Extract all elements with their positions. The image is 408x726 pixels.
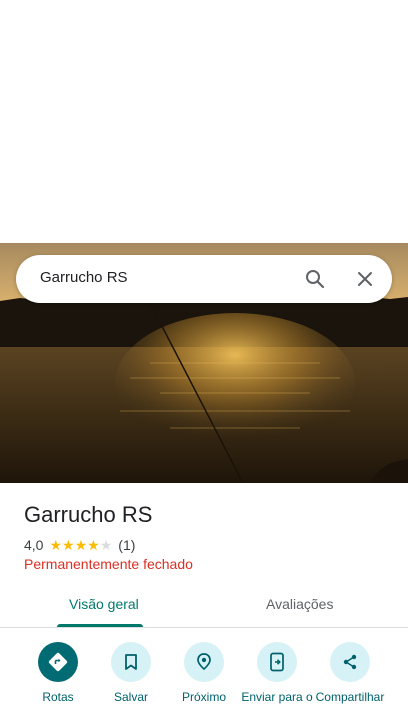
send-to-phone-label: Enviar para o <box>241 690 313 704</box>
search-bar[interactable]: Garrucho RS <box>16 255 392 303</box>
rating-stars: ★ ★ ★ ★ ★ <box>49 538 112 552</box>
tab-bar: Visão geral Avaliações <box>0 584 408 628</box>
review-count[interactable]: (1) <box>118 537 135 553</box>
send-to-phone-icon <box>257 642 297 682</box>
tab-reviews[interactable]: Avaliações <box>266 596 333 612</box>
star-icon: ★ <box>87 537 100 553</box>
rating-value: 4,0 <box>24 537 44 553</box>
place-title: Garrucho RS <box>24 502 153 527</box>
nearby-label: Próximo <box>181 690 226 704</box>
close-icon[interactable] <box>353 267 377 291</box>
active-tab-indicator <box>57 624 143 627</box>
bookmark-icon <box>111 642 151 682</box>
share-label: Compartilhar <box>315 690 385 704</box>
share-button[interactable]: Compartilhar <box>310 642 390 704</box>
send-to-phone-button[interactable]: Enviar para o <box>237 642 317 704</box>
nearby-icon <box>184 642 224 682</box>
save-label: Salvar <box>113 690 148 704</box>
star-icon: ★ <box>62 537 75 553</box>
directions-icon <box>38 642 78 682</box>
screen: Garrucho RS Garrucho RS 4,0 ★ ★ ★ ★ ★ (1… <box>0 0 408 726</box>
star-icon: ★ <box>74 537 88 553</box>
share-icon <box>330 642 370 682</box>
status-text: Permanentemente fechado <box>24 556 193 572</box>
star-icon: ★ <box>99 537 113 553</box>
rating-row[interactable]: 4,0 ★ ★ ★ ★ ★ (1) <box>24 536 135 554</box>
search-icon[interactable] <box>303 267 327 291</box>
nearby-button[interactable]: Próximo <box>164 642 244 704</box>
save-button[interactable]: Salvar <box>91 642 171 704</box>
directions-button[interactable]: Rotas <box>18 642 98 704</box>
star-icon: ★ <box>49 537 63 553</box>
search-query[interactable]: Garrucho RS <box>40 269 128 286</box>
directions-label: Rotas <box>42 690 74 704</box>
tab-overview[interactable]: Visão geral <box>69 596 139 612</box>
